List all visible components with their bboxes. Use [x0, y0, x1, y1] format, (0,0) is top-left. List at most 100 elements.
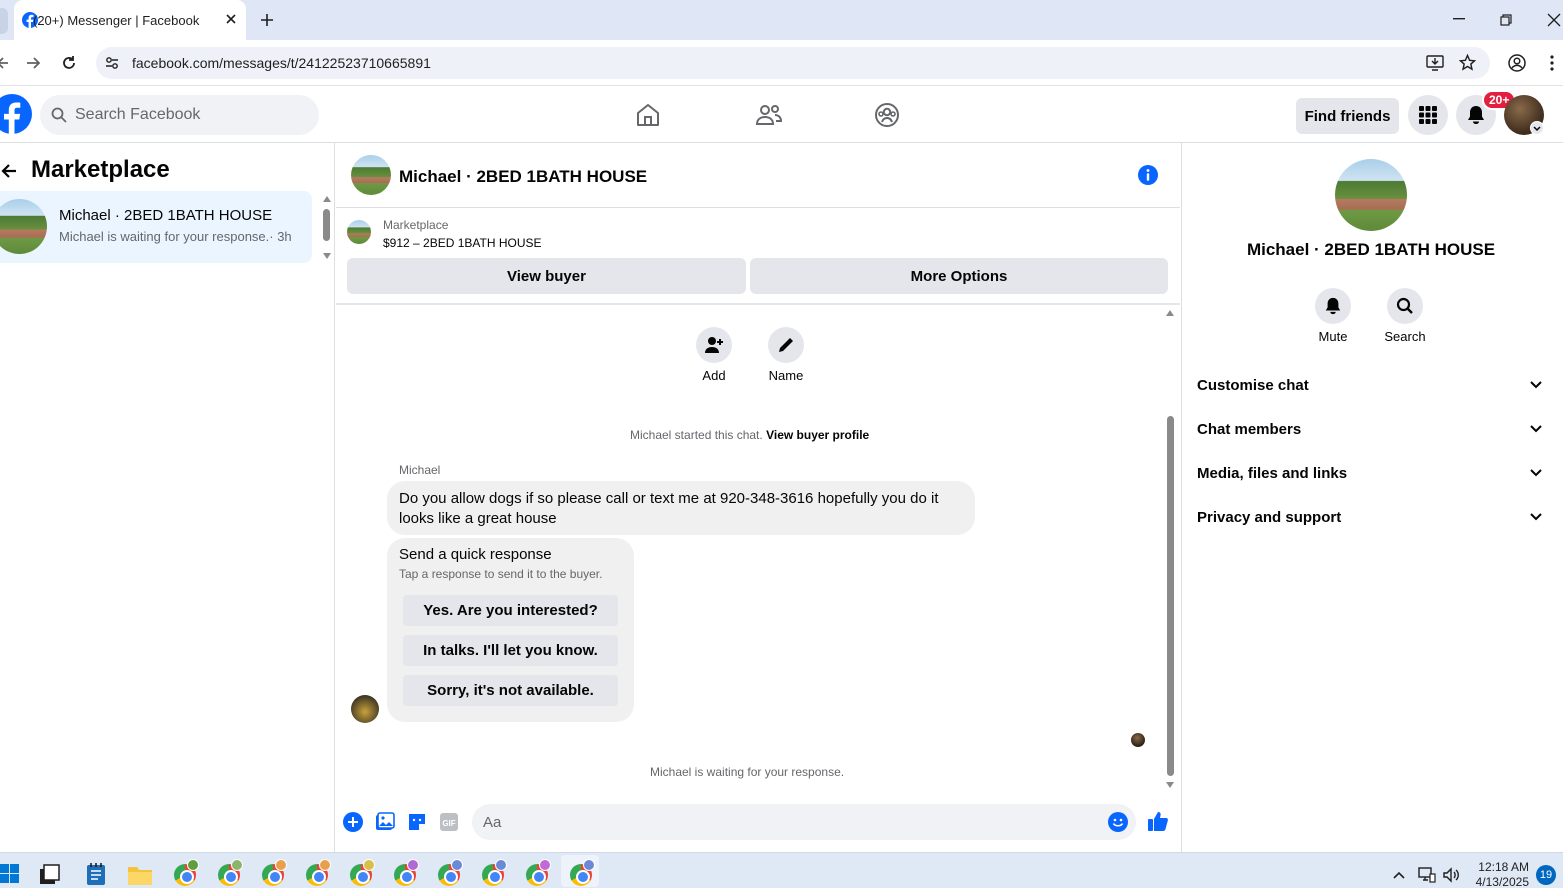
- friends-nav-icon[interactable]: [755, 102, 783, 128]
- message-input[interactable]: [472, 804, 1136, 840]
- more-actions-icon[interactable]: [343, 812, 363, 832]
- gif-icon[interactable]: GIF: [439, 812, 459, 832]
- bookmark-star-icon[interactable]: [1459, 54, 1476, 71]
- listing-thumbnail[interactable]: [347, 220, 371, 244]
- task-view-icon[interactable]: [39, 864, 61, 886]
- facebook-logo-icon[interactable]: [0, 94, 32, 134]
- view-buyer-button[interactable]: View buyer: [347, 258, 746, 294]
- chat-avatar[interactable]: [351, 155, 391, 195]
- listing-title[interactable]: $912 – 2BED 1BATH HOUSE: [383, 236, 542, 250]
- details-avatar[interactable]: [1335, 159, 1407, 231]
- sticker-icon[interactable]: [407, 812, 427, 832]
- chat-started-text: Michael started this chat.: [630, 428, 763, 442]
- chat-members-row[interactable]: Chat members: [1197, 421, 1301, 438]
- new-tab-icon[interactable]: [259, 12, 275, 28]
- search-in-chat-button[interactable]: [1387, 288, 1423, 324]
- message-placeholder: Aa: [483, 814, 502, 831]
- chat-scroll-up-icon[interactable]: [1165, 309, 1175, 317]
- mute-label: Mute: [1318, 329, 1348, 344]
- chrome-profile-badge-icon: [187, 859, 199, 871]
- chevron-down-icon[interactable]: [1529, 468, 1543, 478]
- conversation-name: Michael · 2BED 1BATH HOUSE: [59, 207, 273, 224]
- photo-icon[interactable]: [375, 812, 395, 832]
- like-icon[interactable]: [1147, 810, 1169, 832]
- chat-scroll-down-icon[interactable]: [1165, 781, 1175, 789]
- chrome-profile-badge-icon: [407, 859, 419, 871]
- divider: [336, 303, 1180, 305]
- list-scroll-up-icon[interactable]: [322, 195, 332, 203]
- chevron-down-icon[interactable]: [1529, 424, 1543, 434]
- quick-response-option-1[interactable]: Yes. Are you interested?: [403, 595, 618, 626]
- url-text[interactable]: facebook.com/messages/t/2412252371066589…: [132, 55, 431, 71]
- view-buyer-profile-link[interactable]: View buyer profile: [766, 428, 869, 442]
- list-scrollbar-thumb[interactable]: [323, 209, 330, 241]
- tray-overflow-icon[interactable]: [1392, 870, 1406, 880]
- back-arrow-icon[interactable]: [0, 162, 18, 180]
- search-icon: [1396, 297, 1413, 314]
- info-icon[interactable]: [1138, 165, 1158, 185]
- quick-response-title: Send a quick response: [399, 546, 552, 563]
- minimize-icon[interactable]: [1453, 18, 1465, 20]
- chrome-profile-badge-icon: [583, 859, 595, 871]
- conversation-preview: Michael is waiting for your response.· 3…: [59, 229, 292, 244]
- media-files-links-row[interactable]: Media, files and links: [1197, 465, 1347, 482]
- restore-icon[interactable]: [1500, 14, 1512, 26]
- read-receipt-avatar: [1131, 733, 1145, 747]
- privacy-support-row[interactable]: Privacy and support: [1197, 509, 1341, 526]
- chrome-profile-badge-icon: [451, 859, 463, 871]
- sender-name: Michael: [399, 463, 441, 477]
- chevron-down-icon[interactable]: [1529, 512, 1543, 522]
- site-info-icon[interactable]: [104, 55, 120, 71]
- clock-time: 12:18 AM: [1478, 860, 1529, 874]
- network-icon[interactable]: [1418, 866, 1436, 884]
- home-nav-icon[interactable]: [635, 102, 661, 128]
- notepad-icon[interactable]: [85, 862, 107, 886]
- marketplace-label: Marketplace: [383, 218, 449, 232]
- search-label: Search: [1384, 329, 1426, 344]
- customise-chat-row[interactable]: Customise chat: [1197, 377, 1309, 394]
- message-text: Do you allow dogs if so please call or t…: [399, 490, 939, 527]
- find-friends-button[interactable]: Find friends: [1296, 98, 1399, 134]
- file-explorer-icon[interactable]: [127, 864, 153, 886]
- chrome-profile-badge-icon: [495, 859, 507, 871]
- grid-icon: [1419, 106, 1437, 124]
- prev-tab-edge[interactable]: [0, 8, 8, 34]
- notification-count-badge[interactable]: 19: [1536, 865, 1556, 885]
- chat-scrollbar-thumb[interactable]: [1167, 416, 1174, 776]
- quick-response-option-2[interactable]: In talks. I'll let you know.: [403, 635, 618, 666]
- add-label: Add: [702, 368, 726, 383]
- reload-icon[interactable]: [61, 55, 77, 71]
- profile-icon[interactable]: [1508, 54, 1526, 72]
- name-chat-button[interactable]: [768, 327, 804, 363]
- details-name: Michael · 2BED 1BATH HOUSE: [1246, 240, 1496, 259]
- chrome-profile-badge-icon: [363, 859, 375, 871]
- pencil-icon: [779, 338, 793, 352]
- chat-title[interactable]: Michael · 2BED 1BATH HOUSE: [399, 167, 647, 187]
- mute-button[interactable]: [1315, 288, 1351, 324]
- browser-menu-icon[interactable]: [1550, 55, 1554, 71]
- account-chevron-icon[interactable]: [1530, 121, 1544, 135]
- back-icon[interactable]: [0, 55, 10, 71]
- sender-avatar[interactable]: [351, 695, 379, 723]
- close-tab-icon[interactable]: [224, 12, 238, 26]
- start-icon[interactable]: [0, 864, 20, 884]
- chevron-down-icon[interactable]: [1529, 380, 1543, 390]
- menu-grid-button[interactable]: [1408, 95, 1448, 135]
- chrome-profile-badge-icon: [539, 859, 551, 871]
- chrome-profile-badge-icon: [275, 859, 287, 871]
- add-person-icon: [705, 337, 723, 353]
- search-icon: [51, 107, 67, 123]
- forward-icon[interactable]: [25, 55, 41, 71]
- quick-response-option-3[interactable]: Sorry, it's not available.: [403, 675, 618, 706]
- clock[interactable]: 12:18 AM 4/13/2025: [1473, 860, 1529, 888]
- volume-icon[interactable]: [1442, 866, 1460, 884]
- install-app-icon[interactable]: [1426, 54, 1444, 72]
- list-scroll-down-icon[interactable]: [322, 252, 332, 260]
- close-window-icon[interactable]: [1547, 13, 1561, 27]
- more-options-button[interactable]: More Options: [750, 258, 1168, 294]
- groups-nav-icon[interactable]: [874, 102, 900, 128]
- bell-icon: [1468, 106, 1484, 124]
- emoji-icon[interactable]: [1108, 812, 1128, 832]
- chat-started-line: Michael started this chat. View buyer pr…: [630, 428, 869, 442]
- add-people-button[interactable]: [696, 327, 732, 363]
